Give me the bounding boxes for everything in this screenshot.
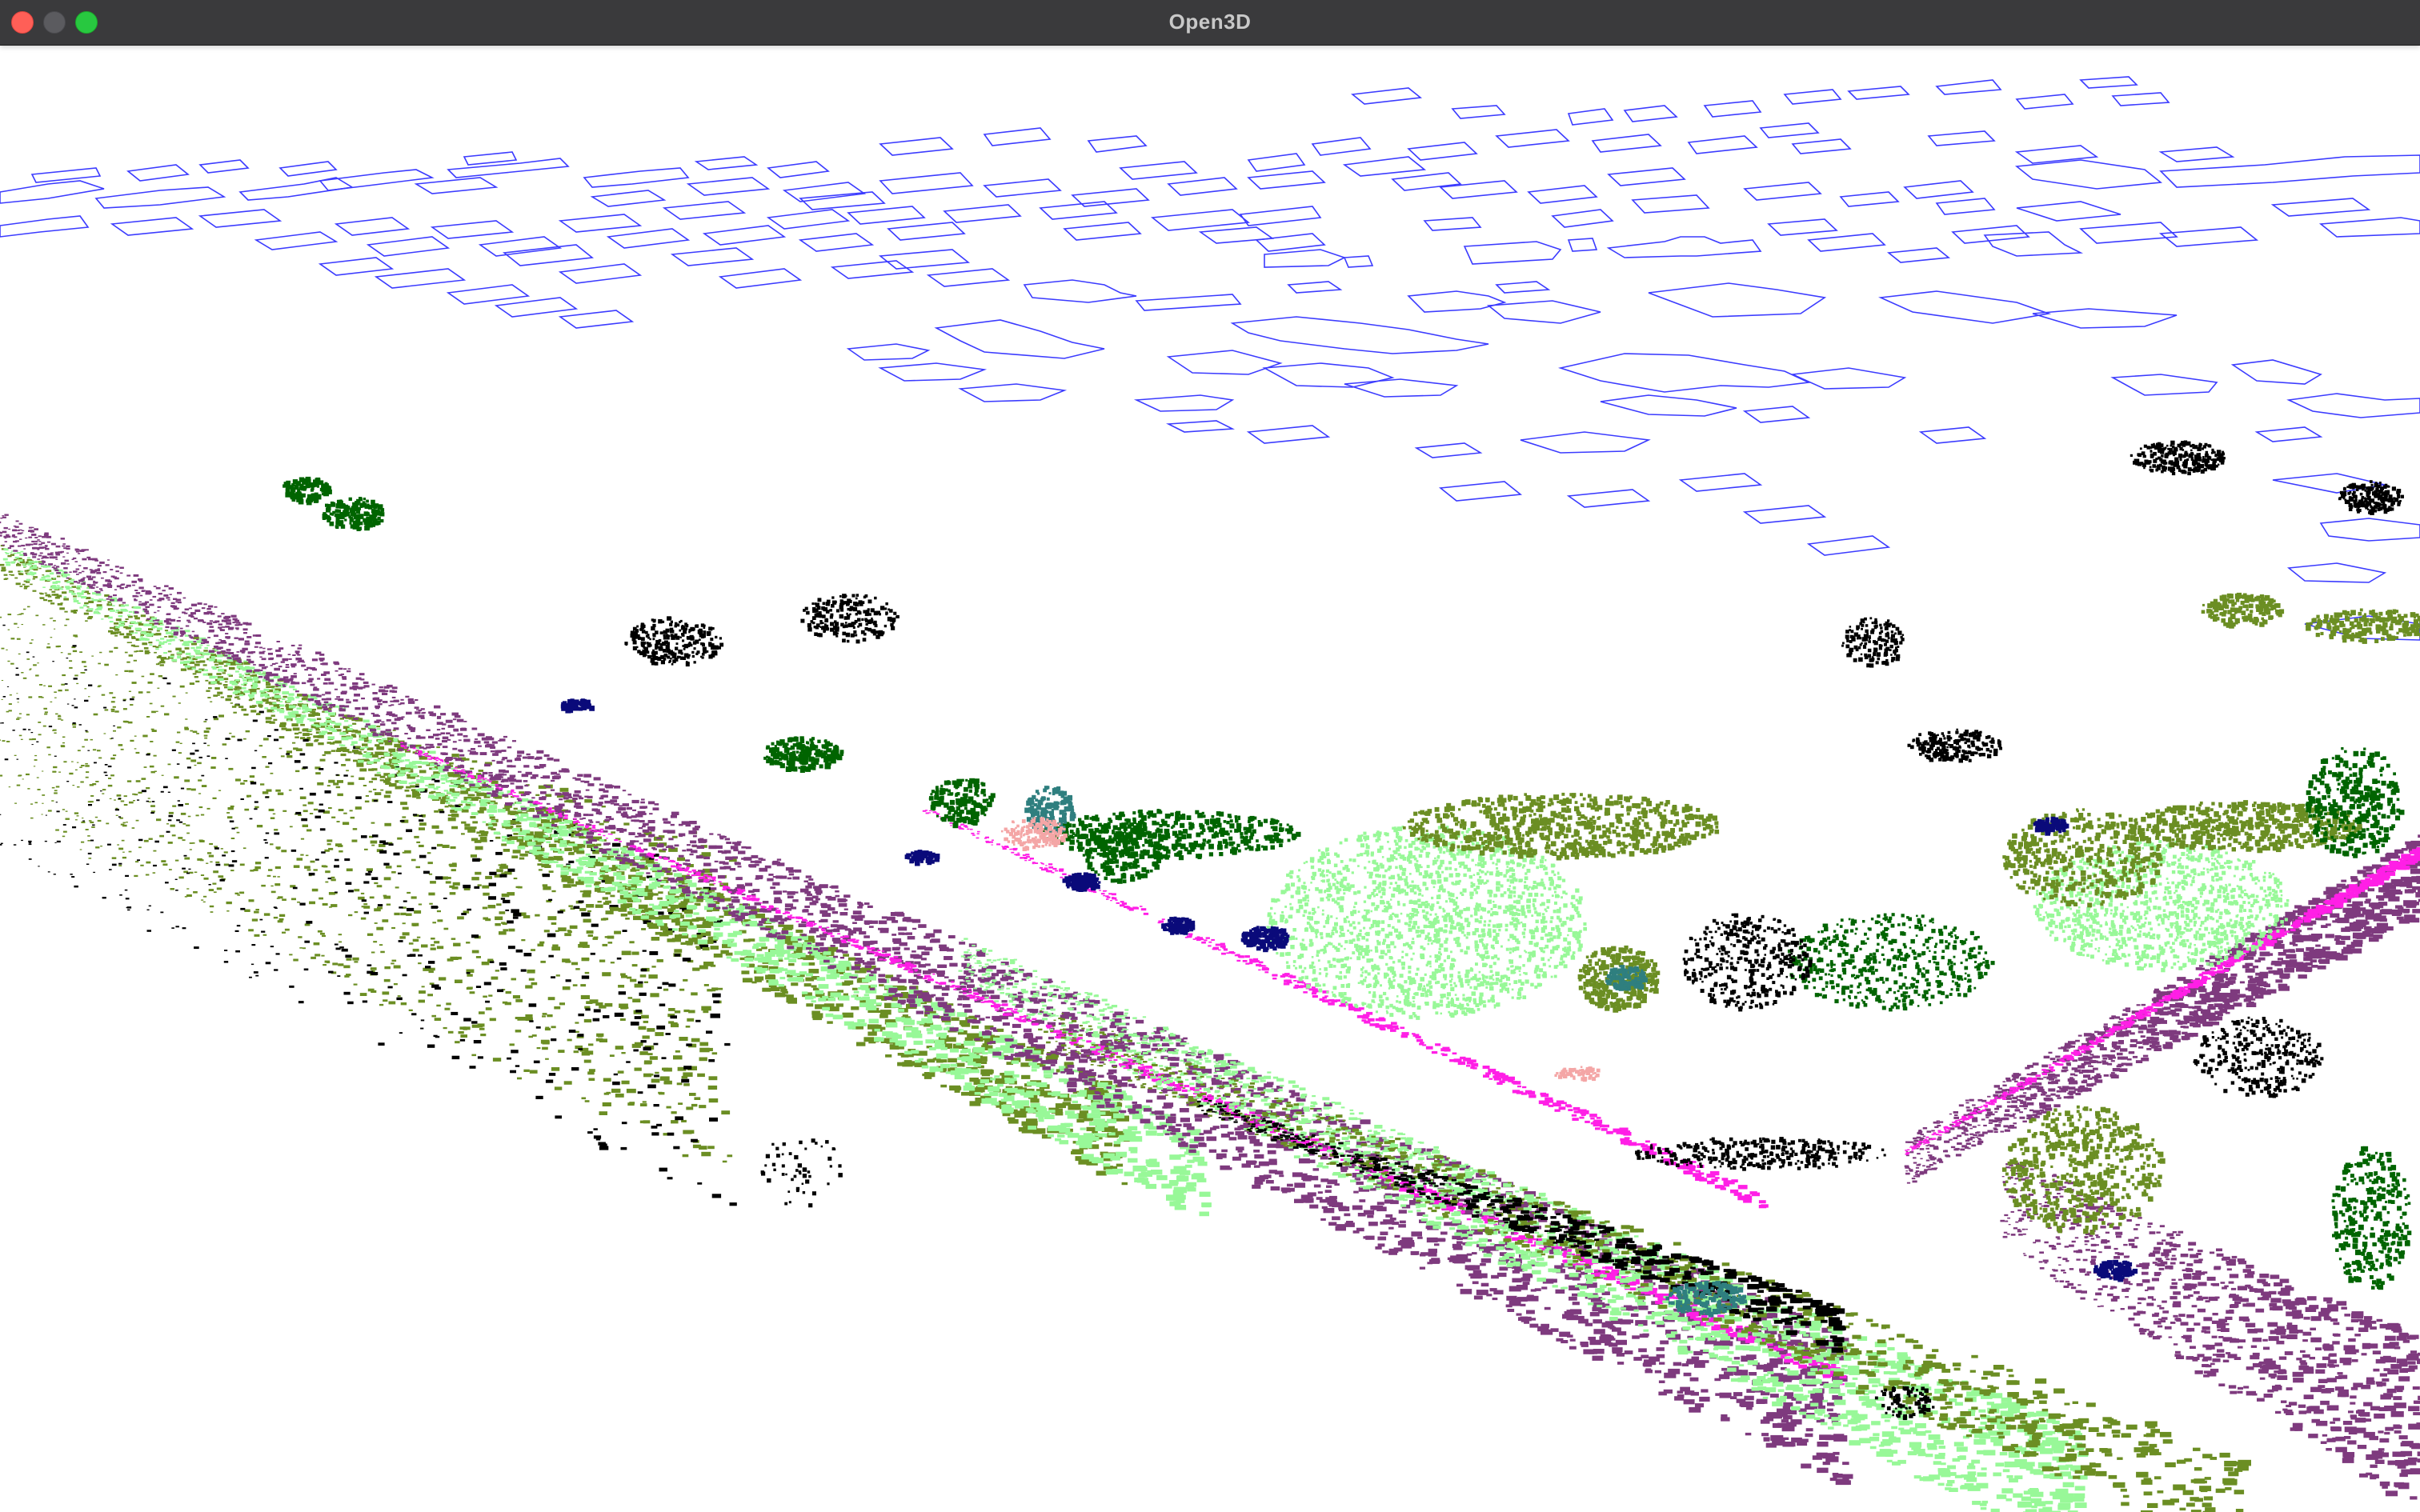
open3d-window: Open3D — [0, 0, 2420, 1512]
3d-viewport[interactable] — [0, 45, 2420, 1512]
title-bar[interactable]: Open3D — [0, 0, 2420, 46]
building-footprints — [0, 76, 2420, 641]
point-cloud-scene[interactable] — [0, 45, 2420, 1512]
point-cloud — [0, 440, 2420, 1512]
window-title: Open3D — [0, 0, 2420, 45]
